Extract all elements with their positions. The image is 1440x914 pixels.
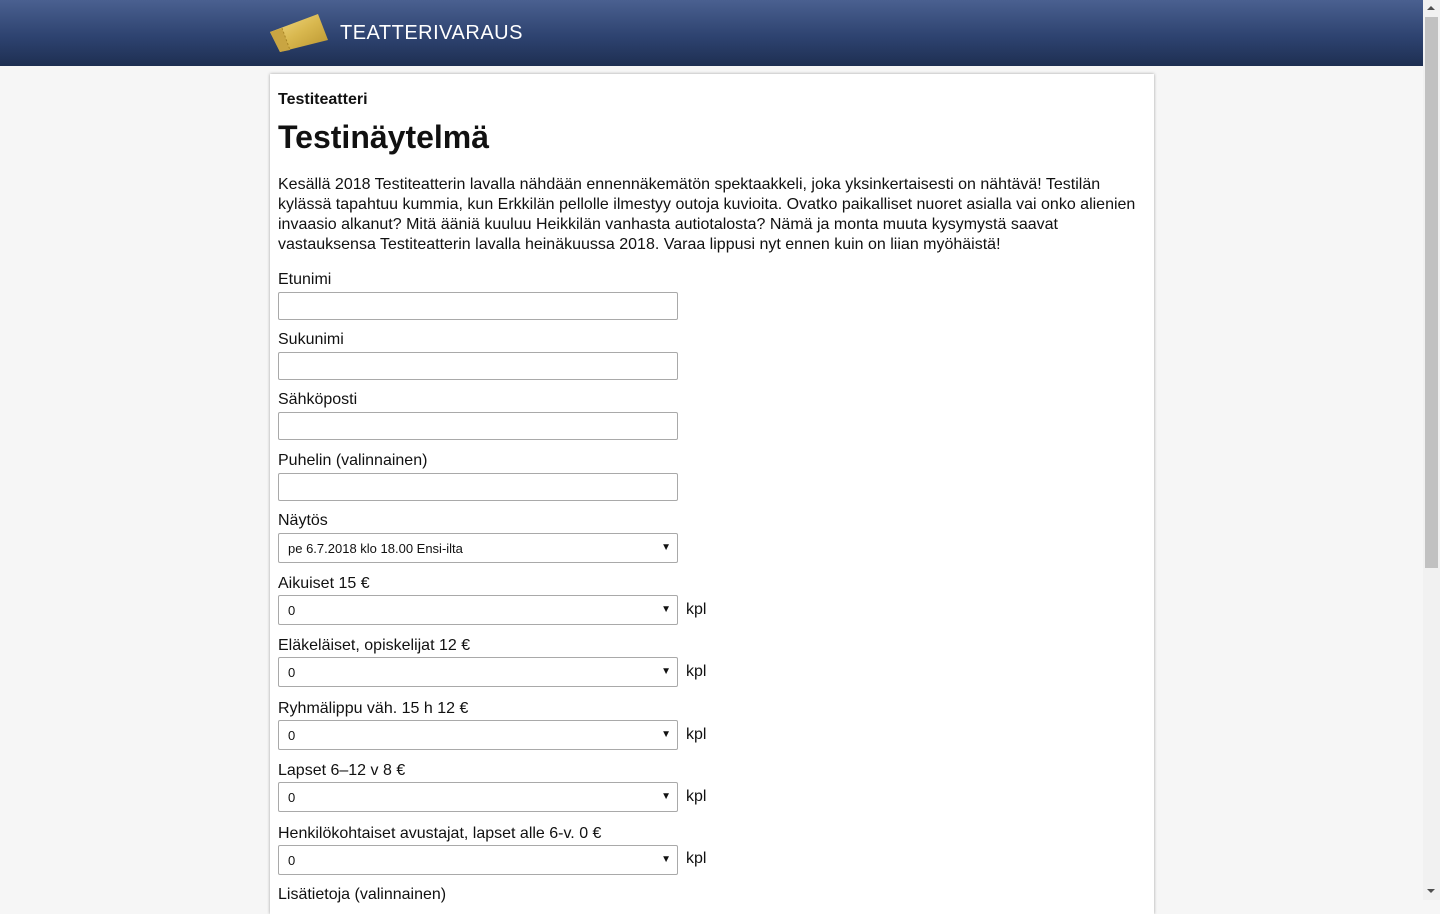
ticket-label-adults: Aikuiset 15 € <box>278 575 370 592</box>
first-name-label: Etunimi <box>278 271 332 288</box>
arrow-down-icon <box>1427 889 1435 893</box>
ticket-select-value: 0 <box>288 603 296 618</box>
brand[interactable]: TEATTERIVARAUS <box>268 12 523 54</box>
brand-name: TEATTERIVARAUS <box>340 21 523 44</box>
ticket-select-group[interactable]: 0 ▼ <box>278 720 678 750</box>
ticket-select-value: 0 <box>288 665 296 680</box>
chevron-down-icon: ▼ <box>661 729 671 740</box>
phone-label: Puhelin (valinnainen) <box>278 452 428 469</box>
ticket-label-assistants: Henkilökohtaiset avustajat, lapset alle … <box>278 825 602 842</box>
extra-info-label: Lisätietoja (valinnainen) <box>278 886 447 903</box>
ticket-select-adults[interactable]: 0 ▼ <box>278 595 678 625</box>
event-title: Testinäytelmä <box>278 119 490 155</box>
ticket-select-value: 0 <box>288 790 296 805</box>
first-name-field[interactable] <box>278 292 678 320</box>
arrow-up-icon <box>1427 6 1435 10</box>
event-card: Testiteatteri Testinäytelmä Kesällä 2018… <box>270 74 1154 914</box>
ticket-select-assistants[interactable]: 0 ▼ <box>278 845 678 875</box>
ticket-label-seniors-students: Eläkeläiset, opiskelijat 12 € <box>278 637 471 654</box>
chevron-down-icon: ▼ <box>661 542 671 553</box>
theater-name: Testiteatteri <box>278 91 368 108</box>
ticket-icon <box>268 12 330 54</box>
show-label: Näytös <box>278 512 328 529</box>
email-field[interactable] <box>278 412 678 440</box>
chevron-down-icon: ▼ <box>661 854 671 865</box>
scroll-up-button[interactable] <box>1423 0 1440 17</box>
ticket-select-value: 0 <box>288 853 296 868</box>
ticket-unit: kpl <box>686 601 707 618</box>
show-select-value: pe 6.7.2018 klo 18.00 Ensi-ilta <box>288 541 463 556</box>
email-label: Sähköposti <box>278 391 358 408</box>
show-select[interactable]: pe 6.7.2018 klo 18.00 Ensi-ilta ▼ <box>278 533 678 563</box>
event-description: Kesällä 2018 Testiteatterin lavalla nähd… <box>278 176 1136 253</box>
chevron-down-icon: ▼ <box>661 604 671 615</box>
chevron-down-icon: ▼ <box>661 666 671 677</box>
last-name-label: Sukunimi <box>278 331 344 348</box>
ticket-unit: kpl <box>686 663 707 680</box>
ticket-label-group: Ryhmälippu väh. 15 h 12 € <box>278 700 469 717</box>
last-name-field[interactable] <box>278 352 678 380</box>
ticket-unit: kpl <box>686 726 707 743</box>
top-navigation-bar: TEATTERIVARAUS <box>0 0 1423 66</box>
ticket-select-value: 0 <box>288 728 296 743</box>
phone-field[interactable] <box>278 473 678 501</box>
ticket-select-children[interactable]: 0 ▼ <box>278 782 678 812</box>
page-scrollbar[interactable] <box>1423 0 1440 900</box>
scrollbar-thumb[interactable] <box>1425 17 1438 568</box>
ticket-unit: kpl <box>686 788 707 805</box>
ticket-select-seniors-students[interactable]: 0 ▼ <box>278 657 678 687</box>
ticket-label-children: Lapset 6–12 v 8 € <box>278 762 406 779</box>
chevron-down-icon: ▼ <box>661 791 671 802</box>
ticket-unit: kpl <box>686 850 707 867</box>
scroll-down-button[interactable] <box>1423 883 1440 900</box>
